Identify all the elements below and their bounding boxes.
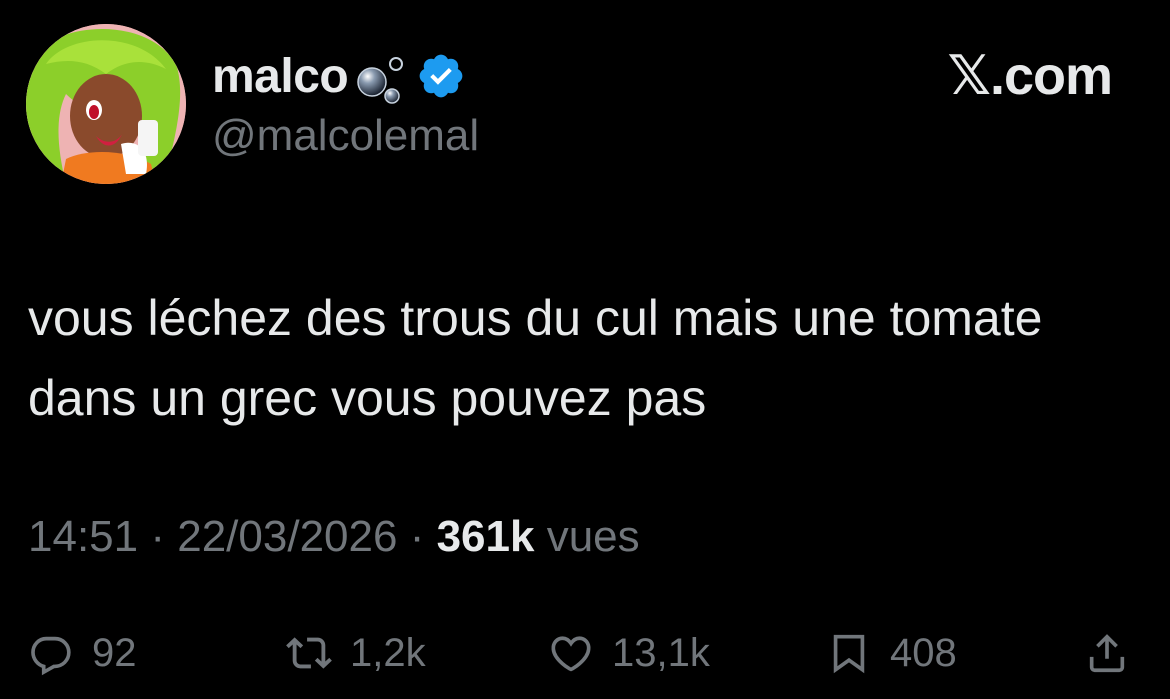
bookmark-icon	[833, 634, 865, 674]
share-button[interactable]	[1084, 618, 1130, 688]
like-count: 13,1k	[612, 630, 710, 675]
tweet-date[interactable]: 22/03/2026	[177, 512, 397, 561]
reply-icon	[31, 636, 71, 676]
display-name[interactable]: malco	[212, 49, 349, 104]
reply-button[interactable]: 92	[28, 618, 137, 688]
avatar[interactable]	[26, 24, 186, 184]
repost-icon	[286, 637, 332, 669]
x-brand-logo: 𝕏.com	[947, 46, 1113, 106]
tweet-time[interactable]: 14:51	[28, 512, 138, 561]
share-icon	[1089, 634, 1125, 673]
repost-count: 1,2k	[350, 630, 426, 675]
like-button[interactable]: 13,1k	[548, 618, 710, 688]
bookmark-button[interactable]: 408	[826, 618, 957, 688]
action-bar: 92 1,2k 13,1k 408	[0, 618, 1170, 688]
verified-badge-icon[interactable]	[416, 51, 466, 101]
views-count: 361k	[436, 512, 535, 561]
tweet-meta: 14:51 · 22/03/2026 · 361k vues	[28, 512, 640, 562]
avatar-image	[26, 24, 186, 184]
repost-button[interactable]: 1,2k	[286, 618, 426, 688]
reply-count: 92	[92, 630, 137, 675]
bubbles-emoji-icon	[357, 57, 404, 104]
tweet-text: vous léchez des trous du cul mais une to…	[28, 290, 1043, 426]
heart-icon	[551, 636, 591, 672]
name-row: malco	[212, 44, 466, 108]
user-handle[interactable]: @malcolemal	[212, 111, 479, 161]
views-label: vues	[546, 512, 640, 561]
bookmark-count: 408	[890, 630, 957, 675]
meta-separator: ·	[150, 512, 165, 561]
meta-separator: ·	[409, 512, 425, 561]
